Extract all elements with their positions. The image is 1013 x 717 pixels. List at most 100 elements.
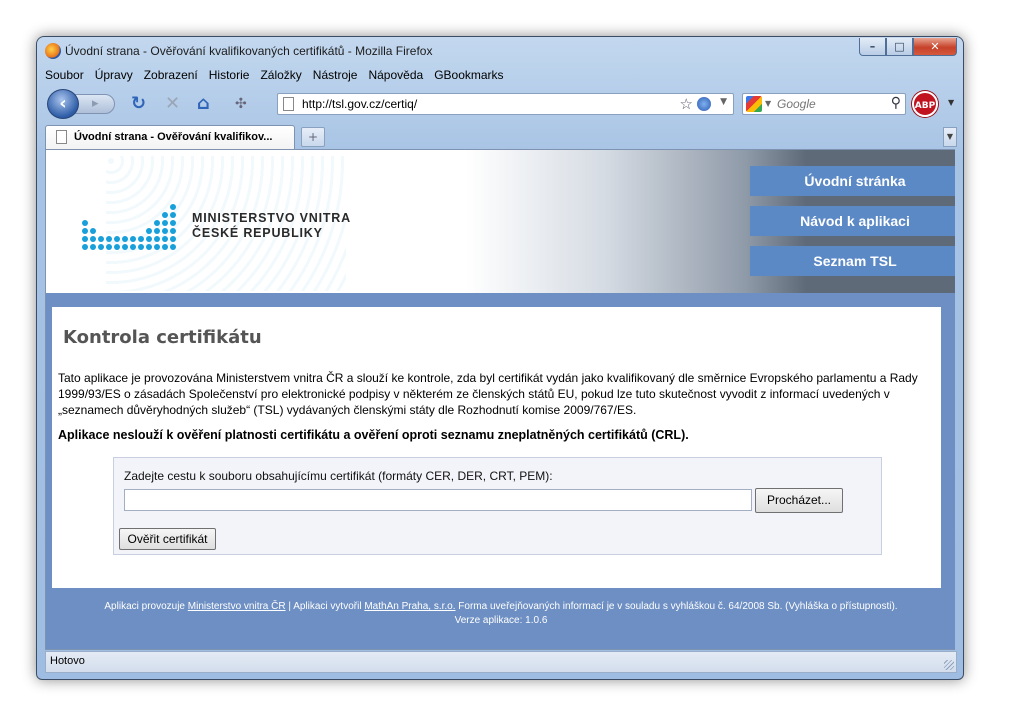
author-link[interactable]: MathAn Praha, s.r.o. [364,601,455,612]
window-title: Úvodní strana - Ověřování kvalifikovanýc… [65,44,433,58]
logo-dot [82,228,88,234]
chevron-down-icon: ▼ [946,132,954,141]
forward-button[interactable]: ▸ [75,94,115,114]
logo-dot [106,244,112,250]
logo-dot [98,244,104,250]
page-icon [56,130,67,144]
logo-dot [130,236,136,242]
footer-version: Verze aplikace: 1.0.6 [454,615,548,626]
tab-strip: Úvodní strana - Ověřování kvalifikov... … [45,125,957,149]
nav-manual-link[interactable]: Návod k aplikaci [750,206,955,236]
search-icon[interactable]: ⚲ [891,95,901,111]
close-window-button[interactable]: ✕ [913,38,957,56]
ministry-logo-text: MINISTERSTVO VNITRA ČESKÉ REPUBLIKY [192,211,351,241]
logo-dot [170,212,176,218]
logo-dot [114,244,120,250]
plus-icon: + [307,130,319,144]
logo-dot [114,236,120,242]
logo-dot [122,236,128,242]
footer-suffix: Forma uveřejňovaných informací je v soul… [458,601,898,612]
file-path-label: Zadejte cestu k souboru obsahujícímu cer… [124,469,553,483]
url-text[interactable]: http://tsl.gov.cz/certiq/ [302,97,417,111]
menu-view[interactable]: Zobrazení [144,68,198,86]
nav-home-link[interactable]: Úvodní stránka [750,166,955,196]
logo-dot [122,244,128,250]
logo-dot [106,236,112,242]
menu-edit[interactable]: Úpravy [95,68,133,86]
logo-dot [170,228,176,234]
browse-button[interactable]: Procházet... [755,488,843,513]
operator-link[interactable]: Ministerstvo vnitra ČR [188,601,286,612]
reload-icon[interactable]: ↻ [131,94,146,114]
warning-paragraph: Aplikace neslouží k ověření platnosti ce… [58,428,689,442]
title-bar[interactable]: Úvodní strana - Ověřování kvalifikovanýc… [37,37,963,65]
logo-dot [98,236,104,242]
page-title: Kontrola certifikátu [63,327,262,348]
logo-dot [162,236,168,242]
logo-dot [170,204,176,210]
toolbar-overflow-icon[interactable]: ▼ [948,98,954,107]
certificate-form: Zadejte cestu k souboru obsahujícímu cer… [113,457,882,555]
tab-active[interactable]: Úvodní strana - Ověřování kvalifikov... [45,125,295,149]
logo-dot [162,220,168,226]
logo-dot [154,236,160,242]
page-icon [283,97,294,111]
intro-paragraph: Tato aplikace je provozována Ministerstv… [58,371,918,417]
firefox-icon [45,43,61,59]
menu-file[interactable]: Soubor [45,68,84,86]
google-icon[interactable] [746,96,762,112]
resize-grip-icon[interactable] [944,660,954,670]
minimize-button[interactable]: – [859,38,886,56]
footer-separator: | Aplikaci vytvořil [288,601,362,612]
logo-dot [82,244,88,250]
url-bar[interactable]: http://tsl.gov.cz/certiq/ ☆ ▼ [277,93,734,115]
addon-icon[interactable]: ✣ [235,94,247,114]
tab-label: Úvodní strana - Ověřování kvalifikov... [74,131,273,143]
site-identity-icon[interactable] [697,97,711,111]
menu-gbookmarks[interactable]: GBookmarks [434,68,503,86]
home-icon[interactable]: ⌂ [197,94,210,114]
logo-dot [146,228,152,234]
bookmark-star-icon[interactable]: ☆ [680,95,693,113]
adblock-plus-button[interactable]: ABP [912,91,938,117]
logo-dot [130,244,136,250]
file-path-input[interactable] [124,489,752,511]
menu-bookmarks[interactable]: Záložky [260,68,301,86]
logo-dot [82,236,88,242]
back-button[interactable]: ‹ [47,89,79,119]
menu-tools[interactable]: Nástroje [313,68,358,86]
verify-certificate-button[interactable]: Ověřit certifikát [119,528,216,550]
main-content: Kontrola certifikátu Tato aplikace je pr… [52,307,941,588]
logo-dot [146,236,152,242]
browser-window: Úvodní strana - Ověřování kvalifikovanýc… [36,36,964,680]
site-navigation: Úvodní stránka Návod k aplikaci Seznam T… [750,166,955,286]
logo-dot [170,244,176,250]
maximize-button[interactable]: □ [886,38,913,56]
status-text: Hotovo [50,655,85,667]
logo-dot [82,220,88,226]
window-controls: – □ ✕ [859,38,957,56]
search-engine-dropdown-icon[interactable]: ▼ [765,99,771,108]
menu-bar: Soubor Úpravy Zobrazení Historie Záložky… [45,68,504,86]
url-dropdown-icon[interactable]: ▼ [720,97,727,107]
logo-dot [162,244,168,250]
navigation-toolbar: ▸ ‹ ↻ ✕ ⌂ ✣ http://tsl.gov.cz/certiq/ ☆ … [45,89,957,119]
logo-dot [170,220,176,226]
nav-tsl-list-link[interactable]: Seznam TSL [750,246,955,276]
menu-history[interactable]: Historie [209,68,250,86]
logo-dot [90,228,96,234]
logo-dot [90,236,96,242]
logo-dot [138,236,144,242]
search-bar[interactable]: ▼ Google ⚲ [742,93,906,115]
menu-help[interactable]: Nápověda [368,68,423,86]
new-tab-button[interactable]: + [301,127,325,147]
footer-line-1: Aplikaci provozuje Ministerstvo vnitra Č… [46,600,955,614]
list-all-tabs-button[interactable]: ▼ [943,127,957,147]
forward-arrow-icon: ▸ [92,96,99,111]
logo-dot [154,220,160,226]
logo-dot [138,244,144,250]
logo-dot [154,244,160,250]
stop-icon[interactable]: ✕ [165,94,180,114]
logo-dot [162,228,168,234]
site-header: MINISTERSTVO VNITRA ČESKÉ REPUBLIKY Úvod… [46,150,955,293]
